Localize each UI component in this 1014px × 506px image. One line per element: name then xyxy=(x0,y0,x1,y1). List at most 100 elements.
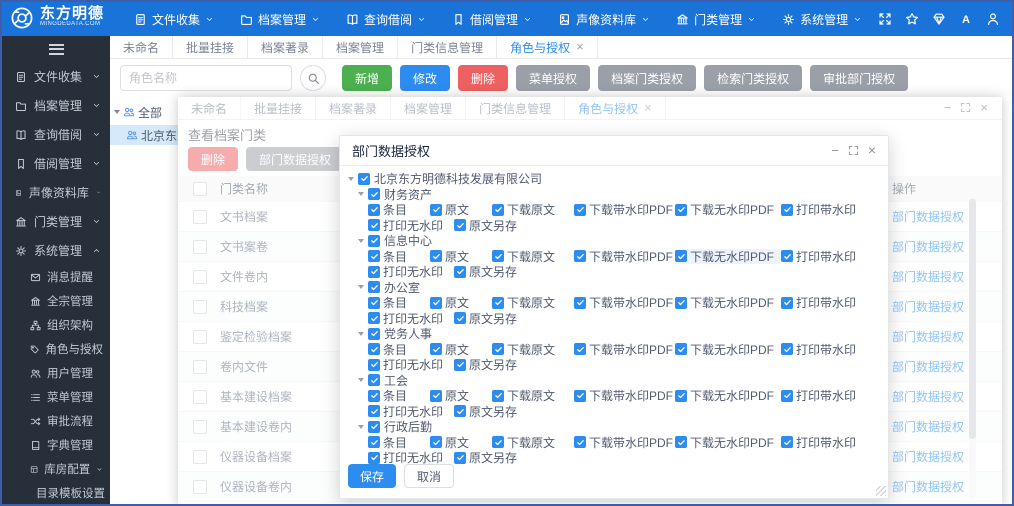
tree-node-company[interactable]: 北京东方明德科技发展有限公司 xyxy=(110,125,178,145)
checkbox-checked-icon[interactable] xyxy=(368,203,380,216)
permission-item[interactable]: 原文另存 xyxy=(454,404,517,420)
caret-down-icon[interactable] xyxy=(114,110,120,114)
checkbox-checked-icon[interactable] xyxy=(368,188,380,201)
permission-item[interactable]: 下载无水印PDF xyxy=(675,342,781,358)
top-menu-item-1[interactable]: 档案管理 xyxy=(240,11,320,28)
permission-item[interactable]: 原文另存 xyxy=(454,450,517,466)
sidebar-item-2[interactable]: 查询借阅 xyxy=(2,120,110,149)
save-button[interactable]: 保存 xyxy=(348,464,397,488)
checkbox-checked-icon[interactable] xyxy=(492,436,504,449)
close-icon[interactable]: × xyxy=(868,143,876,157)
checkbox-checked-icon[interactable] xyxy=(492,343,504,356)
dept-node-1[interactable]: 信息中心 xyxy=(358,233,880,249)
checkbox-checked-icon[interactable] xyxy=(454,219,466,232)
sidebar-subitem-8[interactable]: 库房配置 xyxy=(2,457,110,481)
checkbox-checked-icon[interactable] xyxy=(368,327,380,340)
search-button[interactable] xyxy=(300,65,326,91)
sidebar-item-1[interactable]: 档案管理 xyxy=(2,91,110,120)
checkbox-checked-icon[interactable] xyxy=(492,203,504,216)
sidebar-item-0[interactable]: 文件收集 xyxy=(2,62,110,91)
checkbox-checked-icon[interactable] xyxy=(492,389,504,402)
sidebar-subitem-5[interactable]: 菜单管理 xyxy=(2,385,110,409)
checkbox-checked-icon[interactable] xyxy=(675,250,687,263)
checkbox-checked-icon[interactable] xyxy=(492,250,504,263)
star-icon[interactable] xyxy=(905,12,919,26)
permission-item[interactable]: 下载带水印PDF xyxy=(574,435,675,451)
tree-node-all[interactable]: 全部 xyxy=(110,102,178,122)
checkbox-checked-icon[interactable] xyxy=(781,343,793,356)
permission-item[interactable]: 下载原文 xyxy=(492,295,574,311)
checkbox-checked-icon[interactable] xyxy=(454,265,466,278)
dept-node-5[interactable]: 行政后勤 xyxy=(358,419,880,435)
checkbox-checked-icon[interactable] xyxy=(781,436,793,449)
checkbox-checked-icon[interactable] xyxy=(368,219,380,232)
checkbox-checked-icon[interactable] xyxy=(675,203,687,216)
permission-item[interactable]: 下载带水印PDF xyxy=(574,295,675,311)
gem-icon[interactable] xyxy=(932,12,946,26)
checkbox-checked-icon[interactable] xyxy=(430,296,442,309)
checkbox-checked-icon[interactable] xyxy=(574,436,586,449)
caret-down-icon[interactable] xyxy=(358,378,364,383)
toolbar-button-2[interactable]: 删除 xyxy=(458,65,509,91)
permission-item[interactable]: 打印带水印 xyxy=(781,202,867,218)
top-menu-item-2[interactable]: 查询借阅 xyxy=(346,11,426,28)
dept-node-4[interactable]: 工会 xyxy=(358,373,880,389)
permission-item[interactable]: 打印无水印 xyxy=(368,311,454,327)
checkbox-checked-icon[interactable] xyxy=(492,296,504,309)
company-node[interactable]: 北京东方明德科技发展有限公司 xyxy=(348,171,880,187)
permission-item[interactable]: 打印无水印 xyxy=(368,404,454,420)
toolbar-button-1[interactable]: 修改 xyxy=(400,65,451,91)
toolbar-button-5[interactable]: 检索门类授权 xyxy=(704,65,803,91)
checkbox-checked-icon[interactable] xyxy=(574,296,586,309)
checkbox-checked-icon[interactable] xyxy=(368,374,380,387)
caret-down-icon[interactable] xyxy=(358,192,364,197)
permission-item[interactable]: 下载无水印PDF xyxy=(675,388,781,404)
maximize-icon[interactable] xyxy=(848,145,859,156)
top-menu-item-0[interactable]: 文件收集 xyxy=(134,11,214,28)
permission-item[interactable]: 原文另存 xyxy=(454,218,517,234)
caret-down-icon[interactable] xyxy=(358,331,364,336)
checkbox-checked-icon[interactable] xyxy=(368,281,380,294)
sidebar-subitem-0[interactable]: 消息提醒 xyxy=(2,265,110,289)
toolbar-button-3[interactable]: 菜单授权 xyxy=(516,65,591,91)
checkbox-checked-icon[interactable] xyxy=(781,250,793,263)
permission-item[interactable]: 下载原文 xyxy=(492,342,574,358)
dept-node-0[interactable]: 财务资产 xyxy=(358,187,880,203)
checkbox-checked-icon[interactable] xyxy=(781,389,793,402)
checkbox-checked-icon[interactable] xyxy=(430,436,442,449)
permission-item[interactable]: 原文 xyxy=(430,435,492,451)
permission-item[interactable]: 下载带水印PDF xyxy=(574,342,675,358)
checkbox-checked-icon[interactable] xyxy=(368,296,380,309)
checkbox-checked-icon[interactable] xyxy=(368,420,380,433)
tab-4[interactable]: 门类信息管理 xyxy=(398,36,498,58)
tab-0[interactable]: 未命名 xyxy=(110,36,174,58)
user-icon[interactable] xyxy=(986,12,1000,26)
checkbox-checked-icon[interactable] xyxy=(781,203,793,216)
permission-item[interactable]: 条目 xyxy=(368,435,430,451)
permission-item[interactable]: 条目 xyxy=(368,388,430,404)
checkbox-checked-icon[interactable] xyxy=(454,451,466,464)
permission-item[interactable]: 下载带水印PDF xyxy=(574,202,675,218)
minimize-icon[interactable]: − xyxy=(831,144,839,157)
permission-item[interactable]: 原文另存 xyxy=(454,264,517,280)
checkbox-checked-icon[interactable] xyxy=(430,250,442,263)
sidebar-item-5[interactable]: 门类管理 xyxy=(2,207,110,236)
caret-down-icon[interactable] xyxy=(358,238,364,243)
fullscreen-icon[interactable] xyxy=(878,12,892,26)
role-name-input[interactable] xyxy=(120,65,292,91)
permission-item[interactable]: 条目 xyxy=(368,202,430,218)
checkbox-checked-icon[interactable] xyxy=(368,250,380,263)
permission-item[interactable]: 原文 xyxy=(430,249,492,265)
checkbox-checked-icon[interactable] xyxy=(368,451,380,464)
checkbox-checked-icon[interactable] xyxy=(574,203,586,216)
permission-item[interactable]: 下载无水印PDF xyxy=(675,435,781,451)
sidebar-item-6[interactable]: 系统管理 xyxy=(2,236,110,265)
checkbox-checked-icon[interactable] xyxy=(454,405,466,418)
permission-item[interactable]: 原文 xyxy=(430,342,492,358)
sidebar-item-3[interactable]: 借阅管理 xyxy=(2,149,110,178)
permission-item[interactable]: 原文另存 xyxy=(454,311,517,327)
sidebar-subitem-7[interactable]: 字典管理 xyxy=(2,433,110,457)
permission-item[interactable]: 打印带水印 xyxy=(781,295,867,311)
checkbox-checked-icon[interactable] xyxy=(574,250,586,263)
dept-node-2[interactable]: 办公室 xyxy=(358,280,880,296)
